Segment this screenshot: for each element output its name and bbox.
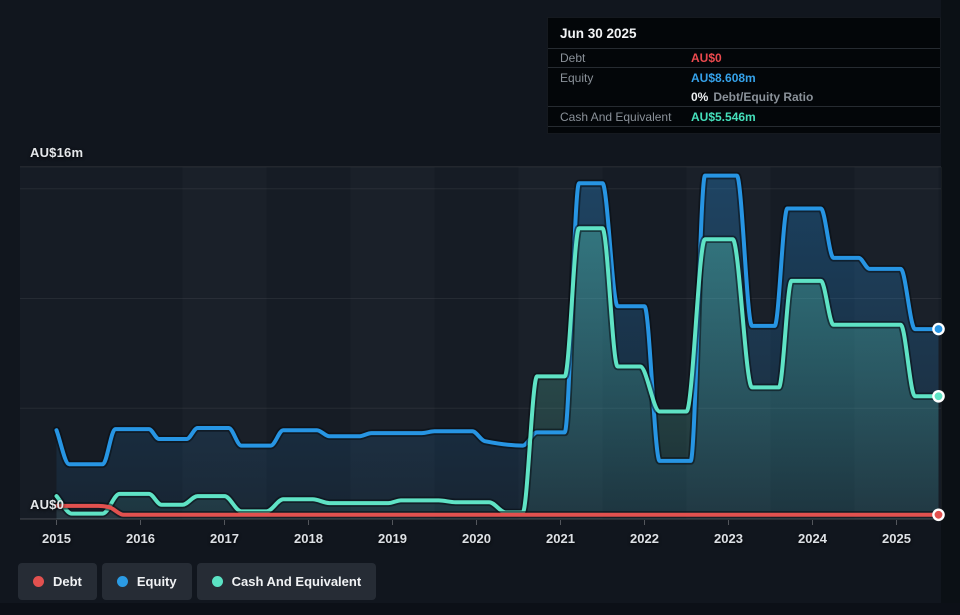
tooltip-date: Jun 30 2025 <box>548 18 940 49</box>
x-axis-year-label: 2017 <box>195 531 255 546</box>
tooltip-row-equity: Equity AU$8.608m <box>548 68 940 88</box>
tooltip-equity-value: AU$8.608m <box>691 71 756 85</box>
legend-equity-label: Equity <box>137 574 177 589</box>
tooltip-debt-label: Debt <box>560 51 585 65</box>
x-axis-year-label: 2018 <box>279 531 339 546</box>
tooltip-ratio-label: Debt/Equity Ratio <box>713 90 813 104</box>
x-axis-year-label: 2020 <box>447 531 507 546</box>
equity-series-dot-icon <box>117 576 128 587</box>
legend-item-equity[interactable]: Equity <box>102 563 192 600</box>
y-axis-max-label: AU$16m <box>30 145 83 160</box>
legend-item-debt[interactable]: Debt <box>18 563 97 600</box>
tooltip-row-debt: Debt AU$0 <box>548 49 940 68</box>
cash-series-dot-icon <box>212 576 223 587</box>
x-axis-year-label: 2025 <box>867 531 927 546</box>
x-axis-year-label: 2019 <box>363 531 423 546</box>
tooltip-cash-value: AU$5.546m <box>691 110 756 124</box>
legend-debt-label: Debt <box>53 574 82 589</box>
tooltip-cash-label: Cash And Equivalent <box>560 110 671 124</box>
legend-cash-label: Cash And Equivalent <box>232 574 362 589</box>
bottom-strip <box>0 603 960 615</box>
x-axis-year-label: 2015 <box>27 531 87 546</box>
debt-equity-history-chart: AU$16m AU$0 2015 2016 2017 2018 2019 2020 2021… <box>0 0 960 615</box>
tooltip-ratio-value: 0% <box>691 90 708 104</box>
x-axis-year-label: 2023 <box>699 531 759 546</box>
x-axis-year-label: 2024 <box>783 531 843 546</box>
tooltip-debt-value: AU$0 <box>691 51 722 65</box>
x-axis-year-label: 2021 <box>531 531 591 546</box>
tooltip-ratio: 0% Debt/Equity Ratio <box>691 90 813 104</box>
tooltip-row-ratio: 0% Debt/Equity Ratio <box>548 88 940 107</box>
tooltip-row-cash: Cash And Equivalent AU$5.546m <box>548 107 940 127</box>
x-axis-year-label: 2016 <box>111 531 171 546</box>
legend-item-cash[interactable]: Cash And Equivalent <box>197 563 377 600</box>
chart-tooltip: Jun 30 2025 Debt AU$0 Equity AU$8.608m 0… <box>547 17 941 134</box>
chart-legend: Debt Equity Cash And Equivalent <box>18 563 376 600</box>
y-axis-zero-label: AU$0 <box>30 497 64 512</box>
debt-series-dot-icon <box>33 576 44 587</box>
x-axis-year-label: 2022 <box>615 531 675 546</box>
tooltip-equity-label: Equity <box>560 71 593 85</box>
